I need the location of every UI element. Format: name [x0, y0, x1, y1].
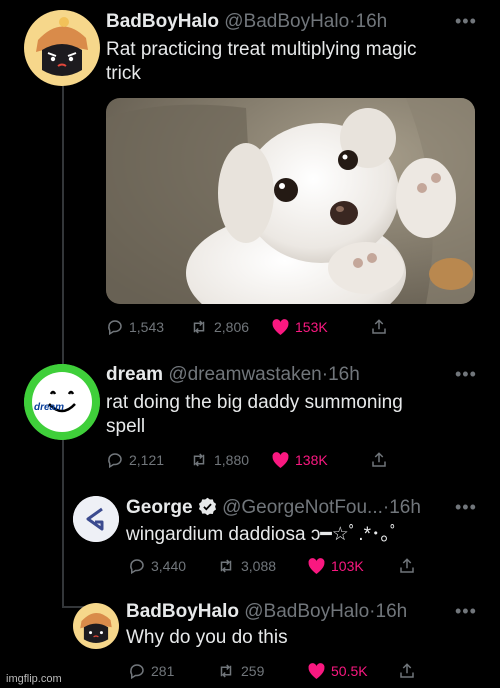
- timestamp[interactable]: 16h: [328, 364, 360, 385]
- like-count: 50.5K: [331, 663, 368, 679]
- display-name[interactable]: BadBoyHalo: [106, 11, 219, 32]
- tweet-text: wingardium daddiosa ɔ━☆ﾟ.*･｡ﾟ: [126, 524, 400, 545]
- share-button[interactable]: [398, 662, 416, 680]
- share-icon: [400, 663, 414, 678]
- more-icon[interactable]: •••: [455, 365, 477, 383]
- retweet-icon: [193, 320, 205, 334]
- retweet-icon: [220, 664, 232, 678]
- user-handle[interactable]: @GeorgeNotFou...: [222, 497, 383, 518]
- share-button[interactable]: [398, 557, 416, 575]
- reply-icon: [130, 559, 144, 575]
- user-handle[interactable]: @BadBoyHalo: [244, 601, 369, 622]
- retweet-icon: [220, 559, 232, 573]
- heart-icon: [272, 319, 289, 335]
- tweet-header: BadBoyHalo @BadBoyHalo·16h: [106, 10, 387, 34]
- more-icon[interactable]: •••: [455, 498, 477, 516]
- tweet-header: dream @dreamwastaken·16h: [106, 363, 360, 387]
- avatar-badboyhalo[interactable]: [24, 10, 100, 86]
- timestamp[interactable]: 16h: [356, 11, 388, 32]
- reply-button[interactable]: 281: [128, 662, 216, 680]
- reply-count: 281: [151, 663, 175, 679]
- more-icon[interactable]: •••: [455, 12, 477, 30]
- display-name[interactable]: George: [126, 497, 193, 518]
- more-icon[interactable]: •••: [455, 602, 477, 620]
- user-handle[interactable]: @BadBoyHalo: [224, 11, 349, 32]
- verified-icon: [198, 497, 216, 516]
- like-button[interactable]: 138K: [271, 451, 370, 469]
- display-name[interactable]: BadBoyHalo: [126, 601, 239, 622]
- reply-icon: [108, 453, 122, 469]
- like-count: 103K: [331, 558, 364, 574]
- share-icon: [372, 319, 386, 334]
- thread-line: [62, 438, 64, 608]
- reply-icon: [108, 320, 122, 336]
- tweet-text: Rat practicing treat multiplying magic t…: [106, 39, 417, 84]
- tweet-actions: 3,440 3,088 103K: [128, 557, 416, 575]
- reply-count: 1,543: [129, 319, 165, 335]
- retweet-button[interactable]: 259: [216, 662, 307, 680]
- retweet-count: 2,806: [214, 319, 250, 335]
- reply-count: 2,121: [129, 452, 165, 468]
- reply-icon: [130, 664, 144, 680]
- reply-button[interactable]: 2,121: [106, 451, 189, 469]
- retweet-count: 259: [241, 663, 265, 679]
- avatar-george[interactable]: [73, 496, 119, 542]
- dream-avatar-label: dream: [34, 402, 65, 413]
- retweet-button[interactable]: 2,806: [189, 318, 271, 336]
- heart-icon: [308, 558, 325, 574]
- user-handle[interactable]: @dreamwastaken: [168, 364, 321, 385]
- share-button[interactable]: [370, 318, 388, 336]
- tweet-header: George @GeorgeNotFou...·16h: [126, 496, 421, 520]
- tweet-text: Why do you do this: [126, 627, 288, 648]
- share-button[interactable]: [370, 451, 388, 469]
- tweet-photo-dog[interactable]: [106, 98, 475, 304]
- retweet-button[interactable]: 3,088: [216, 557, 307, 575]
- heart-icon: [272, 452, 289, 468]
- retweet-button[interactable]: 1,880: [189, 451, 271, 469]
- thread-line: [62, 85, 64, 367]
- reply-button[interactable]: 1,543: [106, 318, 189, 336]
- imgflip-watermark: imgflip.com: [6, 673, 62, 685]
- tweet-text: rat doing the big daddy summoning spell: [106, 392, 403, 437]
- retweet-count: 1,880: [214, 452, 250, 468]
- share-icon: [400, 558, 414, 573]
- like-button[interactable]: 50.5K: [307, 662, 398, 680]
- like-button[interactable]: 153K: [271, 318, 370, 336]
- like-count: 138K: [295, 452, 328, 468]
- like-button[interactable]: 103K: [307, 557, 398, 575]
- like-count: 153K: [295, 319, 328, 335]
- reply-count: 3,440: [151, 558, 187, 574]
- heart-icon: [308, 663, 325, 679]
- avatar-badboyhalo[interactable]: [73, 603, 119, 649]
- timestamp[interactable]: 16h: [376, 601, 408, 622]
- tweet-actions: 2,121 1,880 138K: [106, 451, 388, 469]
- tweet-actions: 1,543 2,806 153K: [106, 318, 388, 336]
- tweet-header: BadBoyHalo @BadBoyHalo·16h: [126, 600, 407, 624]
- share-icon: [372, 452, 386, 467]
- tweet-actions: 281 259 50.5K: [128, 662, 416, 680]
- display-name[interactable]: dream: [106, 364, 163, 385]
- avatar-dream[interactable]: dream: [24, 364, 100, 440]
- retweet-count: 3,088: [241, 558, 277, 574]
- reply-button[interactable]: 3,440: [128, 557, 216, 575]
- timestamp[interactable]: 16h: [389, 497, 421, 518]
- retweet-icon: [193, 453, 205, 467]
